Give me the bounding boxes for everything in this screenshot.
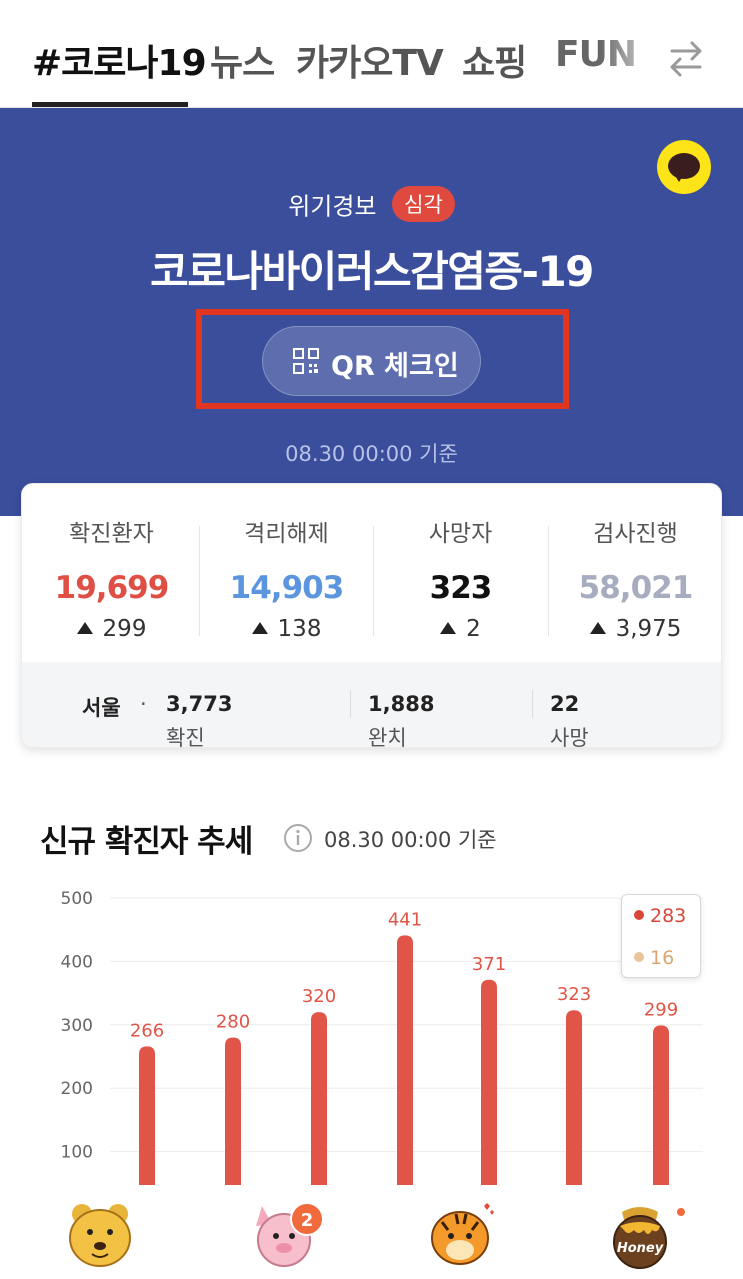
increase-triangle-icon: [589, 622, 606, 634]
y-tick-label: 100: [61, 1143, 93, 1163]
stat-label: 확진환자: [69, 521, 154, 547]
qr-highlight-box: [196, 309, 569, 409]
bar[interactable]: [566, 1010, 582, 1185]
bar-value-label: 299: [644, 999, 678, 1020]
divider: [532, 690, 533, 718]
stat-delta: 299: [24, 616, 199, 642]
top-tab-bar: #코로나19 뉴스 카카오TV 쇼핑 FUN: [0, 0, 743, 108]
stat-delta: 3,975: [548, 616, 721, 642]
bar-value-label: 280: [216, 1011, 250, 1032]
tab-news[interactable]: 뉴스: [210, 34, 275, 86]
region-summary[interactable]: 서울 · 확진 3,773 116 완치 1,888 1 사망 22 2: [22, 662, 721, 747]
y-tick-label: 500: [61, 889, 93, 909]
speech-bubble-icon: [668, 153, 700, 179]
region-name: 서울: [82, 696, 121, 720]
region-separator: ·: [140, 692, 147, 716]
tab-shopping[interactable]: 쇼핑: [462, 34, 527, 86]
swap-arrows-icon[interactable]: [664, 36, 708, 80]
increase-triangle-icon: [76, 622, 93, 634]
region-released: 완치 1,888 1: [368, 692, 434, 747]
y-tick-label: 400: [61, 952, 93, 972]
page-title: 코로나바이러스감염증-19: [150, 247, 594, 296]
stat-value: 58,021: [578, 570, 694, 606]
stat-value: 323: [429, 570, 493, 606]
increase-triangle-icon: [251, 622, 268, 634]
alert-label: 위기경보: [288, 192, 377, 221]
bar[interactable]: [139, 1046, 155, 1185]
bar-value-label: 371: [472, 954, 506, 975]
pooh-icon[interactable]: [60, 1196, 140, 1272]
trend-as-of: 08.30 00:00 기준: [324, 828, 497, 852]
bar-value-label: 441: [388, 909, 422, 930]
bar[interactable]: [653, 1025, 669, 1185]
divider: [350, 690, 351, 718]
legend-dot: [634, 952, 644, 962]
svg-text:Honey: Honey: [617, 1241, 664, 1256]
y-tick-label: 200: [61, 1079, 93, 1099]
chart-tooltip: 283 16: [621, 894, 701, 978]
notification-badge: 2: [290, 1202, 324, 1236]
bar-value-label: 323: [557, 984, 591, 1005]
tab-covid19[interactable]: #코로나19: [32, 34, 207, 86]
stat-delta: 2: [373, 616, 548, 642]
tooltip-row: 16: [634, 947, 674, 969]
bar[interactable]: [397, 935, 413, 1185]
stat-confirmed[interactable]: 확진환자 19,699 299: [24, 514, 199, 642]
tab-kakaotv[interactable]: 카카오TV: [296, 34, 444, 86]
alert-level-row: 위기경보 심각: [0, 186, 743, 222]
info-icon[interactable]: [283, 823, 313, 853]
stat-label: 검사진행: [593, 521, 678, 547]
stat-deaths[interactable]: 사망자 323 2: [373, 514, 548, 642]
banner-as-of: 08.30 00:00 기준: [285, 442, 458, 466]
alert-level-badge: 심각: [392, 186, 455, 222]
stat-testing[interactable]: 검사진행 58,021 3,975: [548, 514, 721, 642]
tooltip-row: 283: [634, 905, 686, 927]
new-indicator-dot: [677, 1208, 685, 1216]
legend-dot: [634, 910, 644, 920]
bottom-navigation: Honey: [0, 1188, 743, 1279]
stat-label: 격리해제: [244, 521, 329, 547]
active-tab-indicator: [32, 102, 188, 107]
region-deaths: 사망 22 2: [550, 692, 589, 747]
bar[interactable]: [225, 1037, 241, 1185]
tigger-icon[interactable]: [420, 1196, 500, 1272]
bar[interactable]: [481, 979, 497, 1185]
stat-label: 사망자: [428, 521, 493, 547]
honey-pot-icon[interactable]: Honey: [600, 1196, 680, 1272]
stat-delta: 138: [199, 616, 374, 642]
stat-released[interactable]: 격리해제 14,903 138: [199, 514, 374, 642]
increase-triangle-icon: [440, 622, 457, 634]
bar-value-label: 320: [302, 986, 336, 1007]
trend-section-title: 신규 확진자 추세: [40, 824, 253, 860]
y-tick-label: 300: [61, 1016, 93, 1036]
speech-bubble-tail: [674, 174, 684, 182]
stats-card: 확진환자 19,699 299 격리해제 14,903 138 사망자 323 …: [21, 483, 722, 748]
bar[interactable]: [311, 1012, 327, 1185]
region-confirmed: 확진 3,773 116: [166, 692, 232, 747]
stat-value: 14,903: [229, 570, 345, 606]
tab-overflow-fade: [600, 20, 670, 90]
bar-value-label: 266: [130, 1020, 164, 1041]
stat-value: 19,699: [54, 570, 170, 606]
